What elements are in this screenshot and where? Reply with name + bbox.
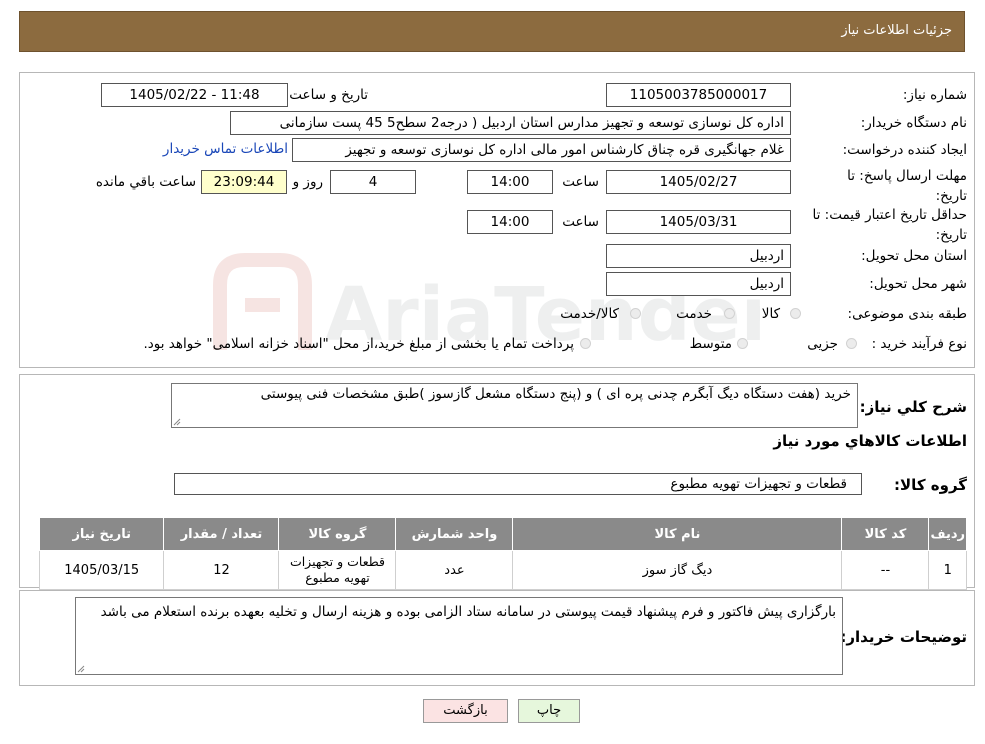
process-note: پرداخت تمام یا بخشی از مبلغ خرید،از محل … — [143, 336, 574, 352]
goods-info-title: اطلاعات کالاهاي مورد نياز — [773, 432, 967, 450]
col-unit: واحد شمارش — [395, 517, 514, 551]
category-label: طبقه بندی موضوعی: — [847, 306, 967, 322]
validity-time-label: ساعت — [562, 214, 599, 230]
validity-date-field: 1405/03/31 — [606, 210, 791, 234]
resize-handle-icon[interactable] — [77, 665, 85, 673]
category-option-goods-service: کالا/خدمت — [560, 306, 619, 322]
deadline-time-label: ساعت — [562, 174, 599, 190]
table-row: 1 -- دیگ گاز سوز عدد قطعات و تجهیزات تهو… — [38, 550, 967, 590]
process-radio-minor[interactable] — [846, 338, 857, 349]
description-label: شرح کلي نياز: — [859, 398, 967, 416]
col-group: گروه کالا — [278, 517, 397, 551]
items-table-wrapper: ردیف کد کالا نام کالا واحد شمارش گروه کا… — [38, 517, 967, 590]
cell-row: 1 — [928, 550, 967, 590]
deadline-date-field: 1405/02/27 — [606, 170, 791, 194]
col-name: نام کالا — [512, 517, 843, 551]
days-label: روز و — [292, 174, 323, 190]
buyer-notes-text: بارگزاری پیش فاکتور و فرم پیشنهاد قیمت پ… — [100, 604, 836, 620]
back-button[interactable]: بازگشت — [423, 699, 508, 723]
items-table: ردیف کد کالا نام کالا واحد شمارش گروه کا… — [38, 517, 967, 590]
province-label: استان محل تحویل: — [861, 248, 967, 264]
cell-code: -- — [841, 550, 930, 590]
process-option-medium: متوسط — [689, 336, 732, 352]
process-radio-medium[interactable] — [737, 338, 748, 349]
print-button[interactable]: چاپ — [518, 699, 580, 723]
cell-group: قطعات و تجهیزات تهویه مطبوع — [278, 550, 397, 590]
col-qty: تعداد / مقدار — [163, 517, 280, 551]
city-label: شهر محل تحویل: — [869, 276, 967, 292]
validity-time-field: 14:00 — [467, 210, 553, 234]
cell-unit: عدد — [395, 550, 514, 590]
table-header-row: ردیف کد کالا نام کالا واحد شمارش گروه کا… — [38, 517, 967, 551]
page-title: جزئیات اطلاعات نیاز — [841, 23, 952, 38]
category-option-goods: کالا — [761, 306, 780, 322]
buyer-org-label: نام دستگاه خريدار: — [860, 115, 967, 131]
description-text: خرید (هفت دستگاه دیگ آبگرم چدنی پره ای )… — [260, 386, 851, 402]
city-field: اردبیل — [606, 272, 791, 296]
category-option-service: خدمت — [676, 306, 712, 322]
page-header: جزئیات اطلاعات نیاز — [19, 11, 965, 52]
cell-date: 1405/03/15 — [38, 550, 165, 590]
category-radio-service[interactable] — [724, 308, 735, 319]
deadline-time-field: 14:00 — [467, 170, 553, 194]
remaining-time-field: 23:09:44 — [201, 170, 287, 194]
need-number-label: شماره نیاز: — [902, 87, 967, 103]
province-field: اردبیل — [606, 244, 791, 268]
creator-label: ایجاد کننده درخواست: — [842, 142, 967, 158]
days-field: 4 — [330, 170, 416, 194]
category-radio-goods-service[interactable] — [630, 308, 641, 319]
buyer-contact-link[interactable]: اطلاعات تماس خریدار — [163, 141, 288, 157]
buyer-org-field: اداره کل نوسازی توسعه و تجهیز مدارس استا… — [230, 111, 791, 135]
category-radio-goods[interactable] — [790, 308, 801, 319]
process-label: نوع فرآیند خرید : — [871, 336, 967, 352]
buyer-notes-field: بارگزاری پیش فاکتور و فرم پیشنهاد قیمت پ… — [75, 597, 843, 675]
resize-handle-icon[interactable] — [173, 418, 181, 426]
announce-field: 1405/02/22 - 11:48 — [101, 83, 288, 107]
col-row: ردیف — [928, 517, 967, 551]
col-code: کد کالا — [841, 517, 930, 551]
col-date: تاریخ نیاز — [38, 517, 165, 551]
goods-group-label: گروه کالا: — [894, 476, 967, 494]
buyer-notes-label: توضیحات خریدار: — [840, 628, 967, 646]
process-option-minor: جزیی — [807, 336, 838, 352]
validity-label: حداقل تاريخ اعتبار قيمت: تا تاريخ: — [812, 207, 967, 243]
need-number-field: 1105003785000017 — [606, 83, 791, 107]
description-field: خرید (هفت دستگاه دیگ آبگرم چدنی پره ای )… — [171, 383, 858, 428]
goods-group-field: قطعات و تجهیزات تهویه مطبوع — [174, 473, 862, 495]
deadline-label: مهلت ارسال پاسخ: تا تاريخ: — [847, 168, 967, 204]
remaining-label: ساعت باقي مانده — [95, 174, 196, 190]
cell-qty: 12 — [163, 550, 280, 590]
process-radio-treasury[interactable] — [580, 338, 591, 349]
cell-name: دیگ گاز سوز — [512, 550, 843, 590]
creator-field: غلام جهانگیری قره چناق کارشناس امور مالی… — [292, 138, 791, 162]
